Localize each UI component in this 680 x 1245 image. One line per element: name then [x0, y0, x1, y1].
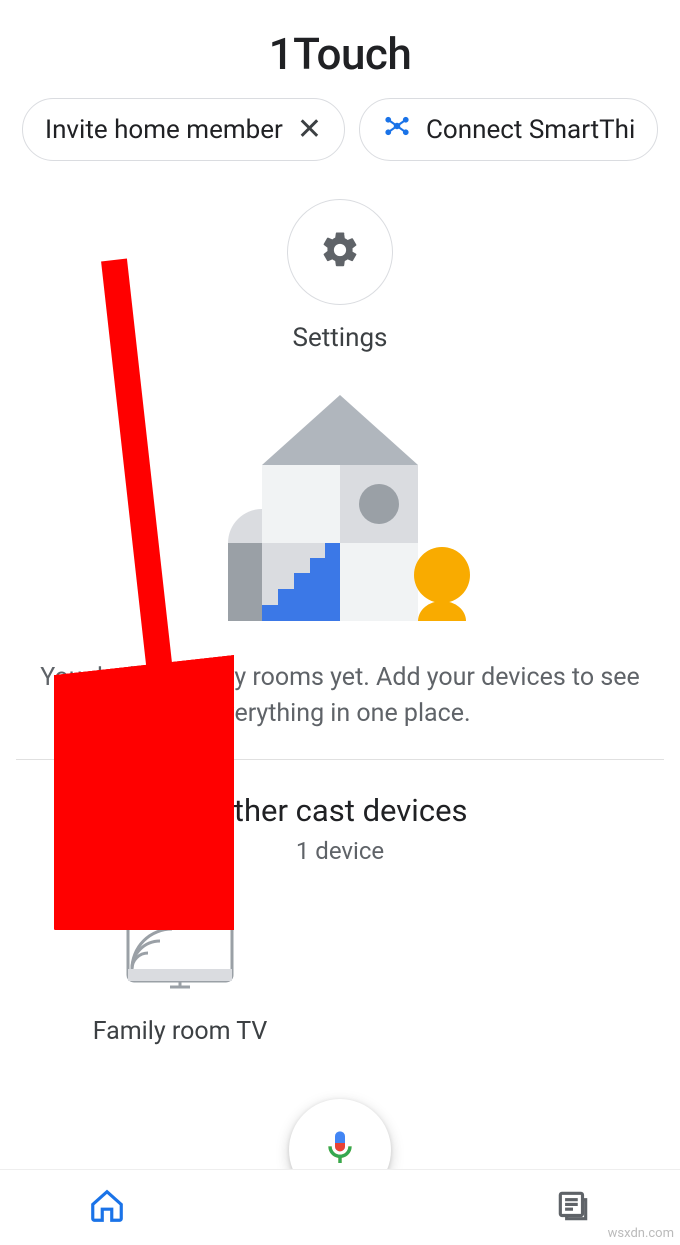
settings-block: Settings [0, 199, 680, 353]
cast-tv-icon [120, 909, 240, 1003]
smartthings-icon [382, 111, 412, 148]
bottom-nav [0, 1169, 680, 1245]
connect-smartthings-chip[interactable]: Connect SmartThi [359, 98, 658, 161]
suggestion-chip-row: Invite home member ✕ Connect SmartThi [0, 98, 680, 161]
watermark: wsxdn.com [608, 1226, 674, 1241]
settings-label: Settings [293, 323, 388, 353]
chip-label: Connect SmartThi [426, 115, 635, 145]
nav-home[interactable] [88, 1187, 126, 1229]
device-label: Family room TV [93, 1017, 268, 1046]
house-illustration [0, 395, 680, 630]
other-cast-devices-count: 1 device [0, 837, 680, 865]
other-cast-devices-title: Other cast devices [0, 792, 680, 829]
feed-icon [554, 1210, 592, 1229]
chip-label: Invite home member [45, 115, 283, 145]
divider [16, 759, 664, 760]
empty-rooms-text: You don't have any rooms yet. Add your d… [0, 630, 680, 759]
home-title: 1Touch [0, 0, 680, 98]
device-tile-family-room-tv[interactable]: Family room TV [60, 909, 300, 1046]
home-icon [88, 1210, 126, 1229]
microphone-icon [320, 1128, 360, 1172]
close-icon[interactable]: ✕ [297, 115, 322, 145]
gear-icon [319, 229, 361, 275]
invite-home-member-chip[interactable]: Invite home member ✕ [22, 98, 345, 161]
nav-feed[interactable] [554, 1187, 592, 1229]
settings-button[interactable] [287, 199, 393, 305]
